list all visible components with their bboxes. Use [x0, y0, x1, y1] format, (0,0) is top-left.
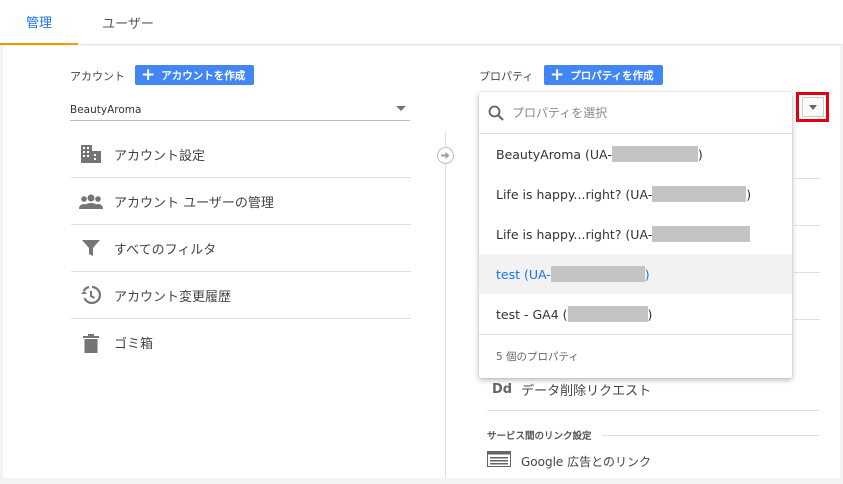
- menu-label: すべてのフィルタ: [114, 242, 217, 258]
- option-label-suffix: ): [644, 266, 650, 282]
- property-option[interactable]: Life is happy...right? (UA-: [479, 214, 792, 254]
- property-option[interactable]: BeautyAroma (UA-): [479, 134, 792, 174]
- option-label: test (UA-: [496, 266, 551, 282]
- redacted-id: [652, 226, 751, 242]
- redacted-id: [550, 266, 645, 282]
- tab-user[interactable]: ユーザー: [78, 0, 178, 45]
- arrow-right-circle-icon[interactable]: [437, 147, 454, 164]
- section-header: サービス間のリンク設定: [487, 428, 819, 442]
- plus-icon: +: [550, 64, 565, 85]
- property-dropdown-toggle[interactable]: [796, 92, 829, 122]
- menu-label: Google 広告とのリンク: [521, 454, 652, 469]
- menu-account-settings[interactable]: アカウント設定: [71, 131, 411, 178]
- divider: [794, 272, 820, 273]
- create-property-button[interactable]: + プロパティを作成: [544, 65, 663, 85]
- divider: [794, 225, 820, 226]
- divider: [794, 319, 820, 320]
- column-divider: [445, 131, 446, 478]
- menu-all-filters[interactable]: すべてのフィルタ: [71, 225, 411, 272]
- property-option[interactable]: test - GA4 (): [479, 294, 792, 334]
- create-property-label: プロパティを作成: [570, 69, 654, 82]
- option-label-suffix: ): [647, 306, 653, 322]
- property-option-selected[interactable]: test (UA-): [479, 254, 792, 294]
- menu-label: アカウント ユーザーの管理: [114, 195, 274, 211]
- option-label: test - GA4 (: [496, 306, 568, 322]
- account-heading: アカウント: [70, 70, 125, 83]
- menu-account-history[interactable]: アカウント変更履歴: [71, 272, 411, 319]
- ads-link-icon: [487, 451, 511, 471]
- menu-label: データ削除リクエスト: [521, 383, 652, 399]
- trash-icon: [79, 331, 103, 355]
- option-label-suffix: ): [746, 186, 752, 202]
- data-delete-icon: Dd: [492, 381, 513, 397]
- tab-bar: 管理 ユーザー: [0, 0, 843, 45]
- history-icon: [79, 283, 103, 307]
- account-selected-value: BeautyAroma: [70, 103, 142, 116]
- filter-icon: [79, 236, 103, 260]
- property-search-box: [479, 92, 792, 134]
- users-icon: [79, 189, 103, 213]
- property-option[interactable]: Life is happy...right? (UA-): [479, 174, 792, 214]
- search-icon: [488, 105, 504, 121]
- menu-google-ads-link[interactable]: Google 広告とのリンク: [487, 451, 651, 471]
- redacted-id: [567, 306, 648, 322]
- section-divider: [601, 434, 819, 436]
- create-account-label: アカウントを作成: [161, 69, 246, 82]
- account-selector[interactable]: BeautyAroma: [70, 99, 410, 121]
- dropdown-arrow-icon: [801, 97, 824, 117]
- property-heading: プロパティ: [479, 70, 534, 83]
- menu-label: ゴミ箱: [114, 337, 154, 352]
- property-count: 5 個のプロパティ: [479, 334, 792, 378]
- divider: [794, 178, 820, 179]
- redacted-id: [611, 146, 698, 162]
- menu-account-users[interactable]: アカウント ユーザーの管理: [71, 178, 411, 225]
- redacted-id: [652, 186, 747, 202]
- menu-trash[interactable]: ゴミ箱: [71, 319, 411, 366]
- section-title: サービス間のリンク設定: [487, 431, 592, 442]
- property-search-input[interactable]: [512, 105, 782, 120]
- option-label-suffix: ): [697, 146, 703, 162]
- building-icon: [79, 142, 103, 166]
- menu-label: アカウント変更履歴: [114, 289, 232, 305]
- option-label: BeautyAroma (UA-: [496, 146, 612, 162]
- caret-down-icon: [396, 106, 406, 111]
- create-account-button[interactable]: + アカウントを作成: [135, 64, 255, 85]
- property-dropdown-menu: BeautyAroma (UA-) Life is happy...right?…: [479, 92, 792, 378]
- option-label: Life is happy...right? (UA-: [496, 226, 653, 242]
- tab-admin[interactable]: 管理: [0, 0, 78, 45]
- menu-label: アカウント設定: [114, 148, 206, 164]
- option-label: Life is happy...right? (UA-: [496, 186, 653, 202]
- plus-icon: +: [141, 64, 156, 85]
